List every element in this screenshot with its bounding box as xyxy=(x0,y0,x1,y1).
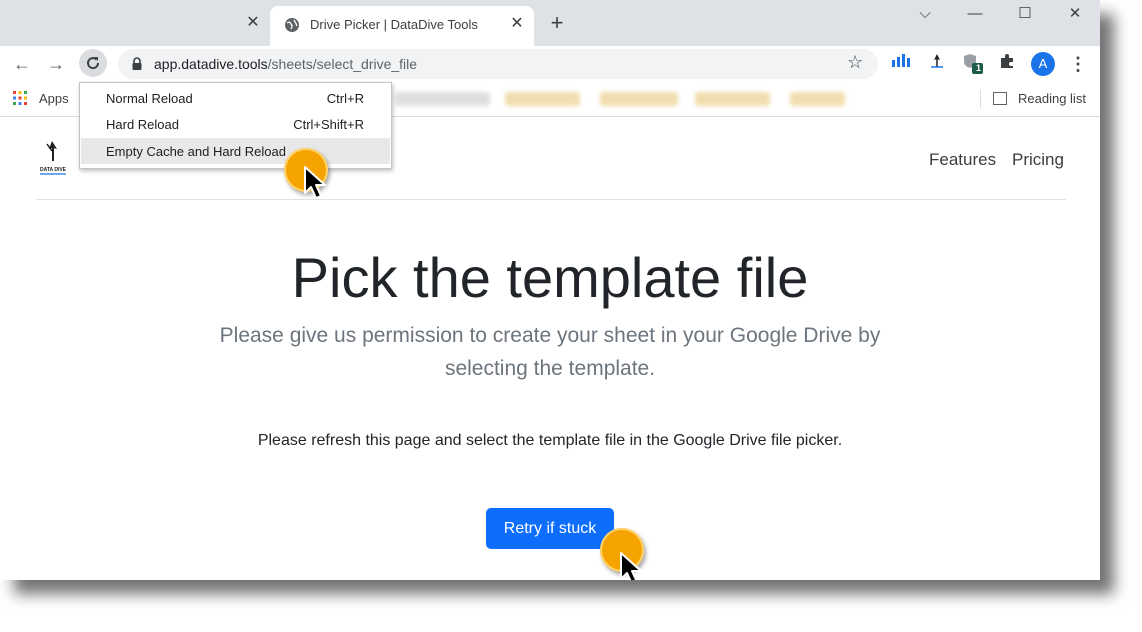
datadive-logo[interactable]: DATA DIVE xyxy=(38,139,68,177)
chart-extension-icon[interactable] xyxy=(890,52,912,74)
tab-drive-picker[interactable]: Drive Picker | DataDive Tools ✕ xyxy=(270,6,534,46)
reload-icon xyxy=(87,57,100,70)
logo-caption: DATA DIVE xyxy=(40,167,67,173)
datadive-extension-icon[interactable] xyxy=(926,52,948,74)
page-content: DATA DIVE DataDive Features Pricing Pick… xyxy=(0,117,1100,580)
tab-strip: ✕ Drive Picker | DataDive Tools ✕ + ⌵ — … xyxy=(0,0,1100,46)
menu-item-label: Normal Reload xyxy=(106,91,193,106)
blurred-bookmark[interactable] xyxy=(600,92,678,106)
retry-button[interactable]: Retry if stuck xyxy=(486,508,614,549)
extension-badge: 1 xyxy=(975,63,981,73)
globe-icon xyxy=(285,18,299,32)
lock-icon xyxy=(132,57,142,70)
close-window-button[interactable]: ✕ xyxy=(1060,4,1090,24)
blurred-bookmark[interactable] xyxy=(505,92,580,106)
nav-features-link[interactable]: Features xyxy=(929,150,996,170)
browser-menu-icon[interactable]: ⋮ xyxy=(1069,52,1087,76)
reload-context-menu: Normal Reload Ctrl+R Hard Reload Ctrl+Sh… xyxy=(79,82,392,169)
tab-search-chevron-icon[interactable]: ⌵ xyxy=(910,4,940,24)
bookmark-divider xyxy=(980,90,981,108)
menu-item-shortcut: Ctrl+Shift+R xyxy=(293,117,364,132)
address-bar[interactable]: app.datadive.tools/sheets/select_drive_f… xyxy=(118,49,878,79)
blurred-bookmark[interactable] xyxy=(790,92,845,106)
previous-tab-close-icon[interactable]: ✕ xyxy=(244,14,262,32)
tab-close-icon[interactable]: ✕ xyxy=(508,15,526,33)
reading-list-icon xyxy=(993,92,1007,105)
header-divider xyxy=(36,199,1066,200)
menu-item-normal-reload[interactable]: Normal Reload Ctrl+R xyxy=(81,85,390,111)
bookmark-star-icon[interactable]: ☆ xyxy=(847,52,863,73)
browser-toolbar: ← → app.datadive.tools/sheets/select_dri… xyxy=(0,46,1100,82)
url-path: /sheets/select_drive_file xyxy=(267,56,418,72)
apps-bookmark[interactable]: Apps xyxy=(39,91,69,106)
mouse-pointer-icon xyxy=(620,552,642,580)
reading-list-button[interactable]: Reading list xyxy=(1018,91,1086,106)
shield-extension-icon[interactable]: 1 xyxy=(962,52,984,74)
page-title: Pick the template file xyxy=(291,246,809,309)
tab-title: Drive Picker | DataDive Tools xyxy=(310,17,478,32)
profile-avatar[interactable]: A xyxy=(1031,52,1055,76)
menu-item-label: Empty Cache and Hard Reload xyxy=(106,144,286,159)
back-button[interactable]: ← xyxy=(10,52,34,76)
blurred-bookmark[interactable] xyxy=(395,92,490,106)
nav-pricing-link[interactable]: Pricing xyxy=(1012,150,1064,170)
maximize-button[interactable]: ☐ xyxy=(1010,4,1040,24)
menu-item-label: Hard Reload xyxy=(106,117,179,132)
instruction-text: Please refresh this page and select the … xyxy=(257,432,843,449)
url-text: app.datadive.tools/sheets/select_drive_f… xyxy=(154,56,417,72)
menu-item-empty-cache-hard-reload[interactable]: Empty Cache and Hard Reload xyxy=(81,138,390,164)
puzzle-extensions-icon[interactable] xyxy=(996,52,1018,74)
url-host: app.datadive.tools xyxy=(154,56,268,72)
blurred-bookmark[interactable] xyxy=(695,92,770,106)
menu-item-hard-reload[interactable]: Hard Reload Ctrl+Shift+R xyxy=(81,111,390,137)
minimize-button[interactable]: — xyxy=(960,4,990,24)
lead-text: Please give us permission to create your… xyxy=(219,324,881,380)
mouse-pointer-icon xyxy=(304,166,326,199)
menu-item-shortcut: Ctrl+R xyxy=(326,91,364,106)
forward-button[interactable]: → xyxy=(44,52,68,76)
new-tab-button[interactable]: + xyxy=(546,12,568,34)
apps-grid-icon[interactable] xyxy=(13,91,27,105)
browser-window: ✕ Drive Picker | DataDive Tools ✕ + ⌵ — … xyxy=(0,0,1100,580)
reload-button[interactable] xyxy=(79,49,107,77)
